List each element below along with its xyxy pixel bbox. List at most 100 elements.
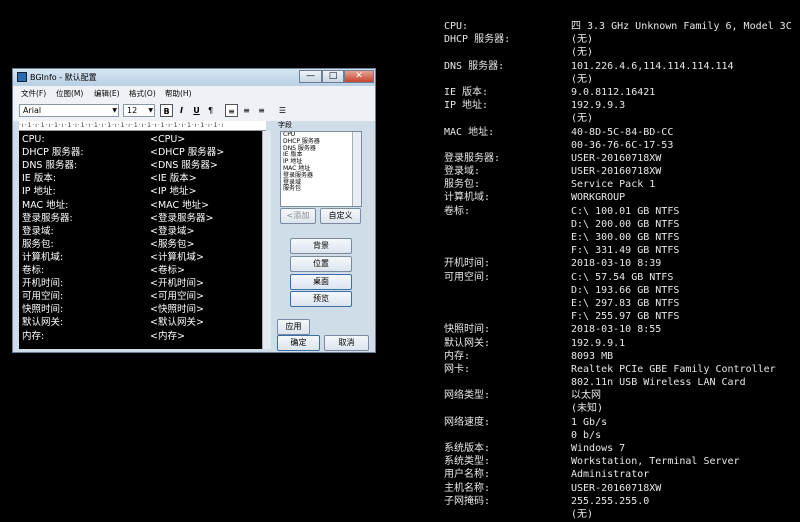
font-size-select[interactable]: 12 ▼: [123, 104, 155, 117]
align-center-icon[interactable]: ≡: [240, 104, 253, 117]
info-value: (无): [571, 73, 594, 85]
editor-line: 登录域: <登录域>: [22, 225, 260, 238]
editor-line: IP 地址: <IP 地址>: [22, 185, 260, 198]
editor-label: MAC 地址:: [22, 199, 69, 211]
add-field-button[interactable]: <添加: [280, 208, 316, 224]
info-row: (无): [444, 112, 796, 125]
info-value: USER-20160718XW: [571, 166, 662, 178]
menu-format[interactable]: 格式(O): [129, 88, 156, 99]
editor-field-token: <计算机域>: [150, 251, 204, 263]
title-bar[interactable]: BGInfo - 默认配置 — □ ✕: [13, 69, 375, 86]
menu-file[interactable]: 文件(F): [21, 88, 46, 99]
info-row: (无): [444, 508, 796, 521]
editor-scrollbar[interactable]: [262, 131, 271, 349]
info-key: 开机时间:: [444, 258, 491, 270]
menu-bitmap[interactable]: 位图(M): [56, 88, 83, 99]
info-key: 默认网关:: [444, 337, 491, 349]
chevron-down-icon: ▼: [148, 107, 153, 114]
editor-field-token: <MAC 地址>: [150, 199, 210, 211]
font-select[interactable]: Arial ▼: [19, 104, 119, 117]
info-value: Service Pack 1: [571, 179, 656, 191]
pilcrow-icon[interactable]: ¶: [204, 104, 217, 117]
info-row: (无): [444, 73, 796, 86]
menu-edit[interactable]: 编辑(E): [94, 88, 120, 99]
info-key: 用户名称:: [444, 469, 491, 481]
info-row: 系统版本: Windows 7: [444, 442, 796, 455]
preview-button[interactable]: 预览: [290, 291, 352, 307]
info-key: 卷标:: [444, 205, 471, 217]
info-value: E:\ 297.83 GB NTFS: [571, 297, 680, 309]
info-key: 快照时间:: [444, 324, 491, 336]
editor-label: 内存:: [22, 330, 45, 342]
info-key: MAC 地址:: [444, 126, 495, 138]
info-value: Windows 7: [571, 443, 626, 454]
info-value: 40-8D-5C-84-BD-CC: [571, 126, 674, 138]
info-key: 系统版本:: [444, 443, 491, 454]
ok-button[interactable]: 确定: [277, 335, 320, 351]
underline-button[interactable]: U: [190, 104, 203, 117]
info-value: D:\ 200.00 GB NTFS: [571, 218, 680, 230]
info-key: 子网掩码:: [444, 495, 491, 507]
menu-help[interactable]: 帮助(H): [165, 88, 192, 99]
info-row: F:\ 331.49 GB NTFS: [444, 244, 796, 257]
editor-field-token: <服务包>: [150, 238, 195, 250]
maximize-button[interactable]: □: [322, 70, 344, 83]
editor-line: 计算机域: <计算机域>: [22, 251, 260, 264]
apply-button[interactable]: 应用: [277, 319, 310, 335]
align-right-icon[interactable]: ≡: [255, 104, 268, 117]
editor-field-token: <开机时间>: [150, 278, 204, 290]
info-key: 服务包:: [444, 179, 481, 191]
editor-label: IP 地址:: [22, 186, 56, 198]
editor-line: MAC 地址: <MAC 地址>: [22, 199, 260, 212]
info-row: (无): [444, 46, 796, 59]
italic-button[interactable]: I: [175, 104, 188, 117]
info-row: DHCP 服务器: (无): [444, 33, 796, 46]
info-value: (未知): [571, 403, 604, 415]
fields-scrollbar[interactable]: [352, 132, 361, 206]
desktop-info: CPU: 四 3.3 GHz Unknown Family 6, Model 3C…: [444, 20, 796, 521]
bullet-list-icon[interactable]: ☰: [276, 104, 289, 117]
info-value: Realtek PCIe GBE Family Controller: [571, 363, 776, 375]
info-key: IE 版本:: [444, 86, 489, 98]
editor-line: DNS 服务器: <DNS 服务器>: [22, 159, 260, 172]
background-button[interactable]: 背景: [290, 238, 352, 254]
editor-line: 卷标: <卷标>: [22, 264, 260, 277]
close-button[interactable]: ✕: [344, 70, 374, 83]
info-row: 网络类型: 以太网: [444, 389, 796, 402]
info-row: 计算机域: WORKGROUP: [444, 191, 796, 204]
info-row: 卷标: C:\ 100.01 GB NTFS: [444, 205, 796, 218]
field-item[interactable]: 服务包: [281, 186, 361, 193]
editor-line: CPU: <CPU>: [22, 133, 260, 146]
bold-button[interactable]: B: [160, 104, 173, 117]
info-value: 101.226.4.6,114.114.114.114: [571, 60, 734, 72]
info-value: 1 Gb/s: [571, 416, 608, 428]
info-row: 系统类型: Workstation, Terminal Server: [444, 455, 796, 468]
cancel-button[interactable]: 取消: [324, 335, 369, 351]
info-row: 0 b/s: [444, 429, 796, 442]
info-key: 登录服务器:: [444, 152, 501, 164]
align-left-icon[interactable]: ≡: [225, 104, 238, 117]
info-value: 255.255.255.0: [571, 495, 650, 507]
info-key: 网络速度:: [444, 416, 491, 428]
editor-label: IE 版本:: [22, 173, 57, 185]
info-key: 登录域:: [444, 166, 481, 178]
info-value: Administrator: [571, 469, 650, 481]
fields-list[interactable]: CPU DHCP 服务器 DNS 服务器 IE 版本 IP 地址 MAC 地址 登录服务器登…: [280, 131, 362, 207]
editor-field-token: <DHCP 服务器>: [150, 147, 225, 159]
desktop-button[interactable]: 桌面: [290, 274, 352, 290]
info-row: 服务包: Service Pack 1: [444, 178, 796, 191]
editor-field-token: <默认网关>: [150, 317, 204, 329]
info-row: D:\ 200.00 GB NTFS: [444, 218, 796, 231]
position-button[interactable]: 位置: [290, 256, 352, 272]
minimize-button[interactable]: —: [299, 70, 322, 83]
text-editor[interactable]: CPU: <CPU> DHCP 服务器: <DHCP 服务器> DNS 服务器: <DNS…: [19, 131, 262, 349]
info-row: 网络速度: 1 Gb/s: [444, 416, 796, 429]
info-key: 网卡:: [444, 363, 471, 375]
bginfo-app-icon: [17, 72, 27, 82]
info-row: 用户名称: Administrator: [444, 468, 796, 481]
custom-button[interactable]: 自定义: [320, 208, 361, 224]
info-row: 登录服务器: USER-20160718XW: [444, 152, 796, 165]
info-row: 登录域: USER-20160718XW: [444, 165, 796, 178]
info-row: 默认网关: 192.9.9.1: [444, 337, 796, 350]
font-size-value: 12: [127, 106, 138, 115]
